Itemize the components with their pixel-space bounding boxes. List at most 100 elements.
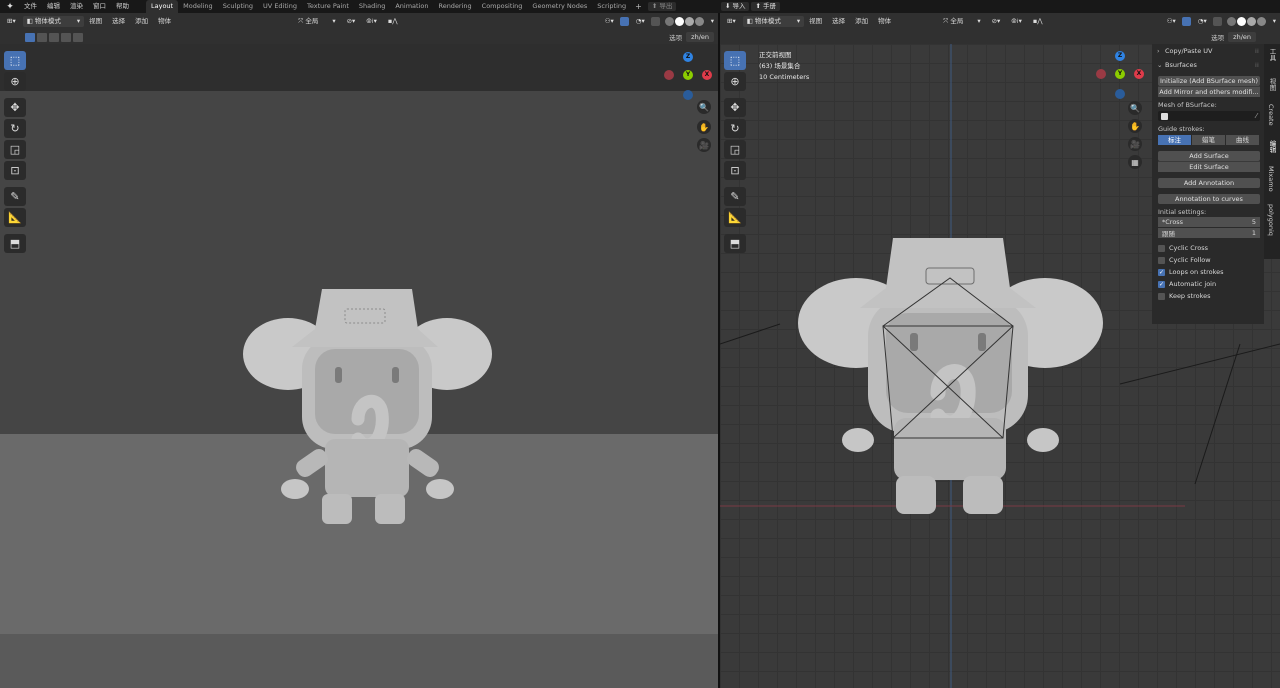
tab-shading[interactable]: Shading bbox=[354, 0, 390, 13]
camera-view-icon[interactable]: 🎥 bbox=[1128, 137, 1142, 151]
add-workspace-button[interactable]: + bbox=[631, 2, 646, 11]
tab-layout[interactable]: Layout bbox=[146, 0, 179, 13]
rotate-tool-icon[interactable]: ↻ bbox=[724, 119, 746, 138]
tab-tool[interactable]: 工具 bbox=[1267, 48, 1277, 61]
select-intersect-icon[interactable] bbox=[61, 32, 71, 42]
axis-x-handle[interactable]: X bbox=[1134, 69, 1144, 79]
menu-help[interactable]: 帮助 bbox=[111, 0, 134, 13]
cursor-tool-icon[interactable]: ⊕ bbox=[4, 72, 26, 91]
menu-add[interactable]: 添加 bbox=[850, 13, 873, 30]
menu-object[interactable]: 物体 bbox=[153, 13, 176, 30]
pivot-dropdown[interactable]: ⊘▾ bbox=[343, 16, 360, 27]
annotate-tool-icon[interactable]: ✎ bbox=[724, 187, 746, 206]
pivot-dropdown[interactable]: ⊘▾ bbox=[988, 16, 1005, 27]
tab-create[interactable]: Create bbox=[1267, 104, 1275, 126]
tab-edit[interactable]: 编辑 bbox=[1267, 140, 1277, 153]
manual-button[interactable]: ⬆ 手册 bbox=[751, 2, 780, 11]
annotate-tool-icon[interactable]: ✎ bbox=[4, 187, 26, 206]
editor-type-icon[interactable]: ⊞▾ bbox=[3, 16, 20, 27]
transform-tool-icon[interactable]: ⊡ bbox=[4, 161, 26, 180]
tab-view[interactable]: 视图 bbox=[1267, 78, 1277, 91]
mesh-of-bsurface-field[interactable]: ⁄ bbox=[1158, 111, 1260, 121]
add-cube-tool-icon[interactable]: ⬒ bbox=[4, 234, 26, 253]
scale-tool-icon[interactable]: ◲ bbox=[4, 140, 26, 159]
language-toggle-button[interactable]: zh/en bbox=[1228, 32, 1256, 42]
select-extend-icon[interactable] bbox=[37, 32, 47, 42]
eyedropper-icon[interactable]: ⁄ bbox=[1256, 112, 1257, 120]
proportional-toggle[interactable]: ▪⋀ bbox=[384, 16, 402, 27]
tab-texture-paint[interactable]: Texture Paint bbox=[302, 0, 354, 13]
guide-option-annotation[interactable]: 标注 bbox=[1158, 135, 1191, 145]
solid-shading-icon[interactable] bbox=[674, 17, 684, 26]
wireframe-shading-icon[interactable] bbox=[664, 17, 674, 26]
mode-dropdown[interactable]: ◧ 物体模式 ▾ bbox=[22, 16, 85, 27]
select-subtract-icon[interactable] bbox=[49, 32, 59, 42]
tab-scripting[interactable]: Scripting bbox=[592, 0, 631, 13]
gizmo-toggle-icon[interactable] bbox=[1181, 17, 1191, 26]
bsurfaces-header[interactable]: ⌄ Bsurfaces ⁞⁞ bbox=[1152, 58, 1264, 72]
navigation-gizmo[interactable]: Z Y X bbox=[662, 52, 714, 104]
loops-on-strokes-checkbox[interactable]: ✓ Loops on strokes bbox=[1158, 267, 1264, 277]
tab-uv-editing[interactable]: UV Editing bbox=[258, 0, 302, 13]
menu-view[interactable]: 视图 bbox=[84, 13, 107, 30]
select-box-tool-icon[interactable]: ⬚ bbox=[4, 51, 26, 70]
select-invert-icon[interactable] bbox=[73, 32, 83, 42]
proportional-toggle[interactable]: ▪⋀ bbox=[1029, 16, 1047, 27]
xray-toggle-icon[interactable] bbox=[650, 17, 660, 26]
character-model-wireframe[interactable] bbox=[798, 238, 1103, 516]
tab-animation[interactable]: Animation bbox=[390, 0, 433, 13]
rotate-tool-icon[interactable]: ↻ bbox=[4, 119, 26, 138]
zoom-icon[interactable]: 🔍 bbox=[1128, 101, 1142, 115]
annotation-to-curves-button[interactable]: Annotation to curves bbox=[1158, 194, 1260, 204]
visibility-dropdown[interactable]: ⚇▾ bbox=[601, 16, 618, 27]
select-box-tool-icon[interactable]: ⬚ bbox=[724, 51, 746, 70]
navigation-gizmo[interactable]: Z Y X bbox=[1094, 51, 1146, 103]
shading-options-dropdown[interactable]: ▾ bbox=[1269, 16, 1280, 27]
add-mirror-button[interactable]: Add Mirror and others modifi... bbox=[1158, 86, 1260, 97]
material-shading-icon[interactable] bbox=[684, 17, 694, 26]
move-tool-icon[interactable]: ✥ bbox=[724, 98, 746, 117]
menu-select[interactable]: 选择 bbox=[107, 13, 130, 30]
left-viewport-canvas[interactable] bbox=[0, 44, 718, 688]
guide-option-curve[interactable]: 曲线 bbox=[1226, 135, 1259, 145]
pan-hand-icon[interactable]: ✋ bbox=[697, 120, 711, 134]
cursor-tool-icon[interactable]: ⊕ bbox=[724, 72, 746, 91]
menu-select[interactable]: 选择 bbox=[827, 13, 850, 30]
orientation-dropdown[interactable]: ⤧ 全局 ▾ bbox=[939, 16, 984, 27]
initialize-bsurface-button[interactable]: Initialize (Add BSurface mesh) bbox=[1158, 76, 1260, 86]
automatic-join-checkbox[interactable]: ✓ Automatic join bbox=[1158, 279, 1264, 289]
mode-dropdown[interactable]: ◧ 物体模式 ▾ bbox=[742, 16, 805, 27]
axis-neg-x-handle[interactable] bbox=[1096, 69, 1106, 79]
keep-strokes-checkbox[interactable]: Keep strokes bbox=[1158, 291, 1264, 301]
axis-z-handle[interactable]: Z bbox=[1115, 51, 1125, 61]
menu-window[interactable]: 窗口 bbox=[88, 0, 111, 13]
material-shading-icon[interactable] bbox=[1246, 17, 1256, 26]
transform-tool-icon[interactable]: ⊡ bbox=[724, 161, 746, 180]
axis-neg-x-handle[interactable] bbox=[664, 70, 674, 80]
rendered-shading-icon[interactable] bbox=[694, 17, 704, 26]
tab-modeling[interactable]: Modeling bbox=[178, 0, 218, 13]
rendered-shading-icon[interactable] bbox=[1256, 17, 1266, 26]
axis-x-handle[interactable]: X bbox=[702, 70, 712, 80]
options-dropdown[interactable]: 选项 bbox=[669, 32, 682, 42]
tab-mixamo[interactable]: Mixamo bbox=[1267, 166, 1275, 192]
measure-tool-icon[interactable]: 📐 bbox=[724, 208, 746, 227]
overlay-dropdown[interactable]: ◔▾ bbox=[1194, 16, 1211, 27]
export-button[interactable]: ⬆ 导出 bbox=[647, 2, 677, 11]
tab-compositing[interactable]: Compositing bbox=[477, 0, 528, 13]
tab-geometry-nodes[interactable]: Geometry Nodes bbox=[527, 0, 592, 13]
cyclic-cross-checkbox[interactable]: Cyclic Cross bbox=[1158, 243, 1264, 253]
drag-grip-icon[interactable]: ⁞⁞ bbox=[1255, 47, 1259, 55]
drag-grip-icon[interactable]: ⁞⁞ bbox=[1255, 61, 1259, 69]
add-surface-button[interactable]: Add Surface bbox=[1158, 151, 1260, 161]
tab-polygoniq[interactable]: polygoniq bbox=[1267, 204, 1275, 236]
grid-view-icon[interactable]: ▦ bbox=[1128, 155, 1142, 169]
tab-sculpting[interactable]: Sculpting bbox=[218, 0, 258, 13]
menu-view[interactable]: 视图 bbox=[804, 13, 827, 30]
menu-edit[interactable]: 编辑 bbox=[42, 0, 65, 13]
menu-file[interactable]: 文件 bbox=[19, 0, 42, 13]
blender-logo-icon[interactable]: ✦ bbox=[4, 2, 16, 12]
axis-z-handle[interactable]: Z bbox=[683, 52, 693, 62]
scale-tool-icon[interactable]: ◲ bbox=[724, 140, 746, 159]
zoom-icon[interactable]: 🔍 bbox=[697, 100, 711, 114]
